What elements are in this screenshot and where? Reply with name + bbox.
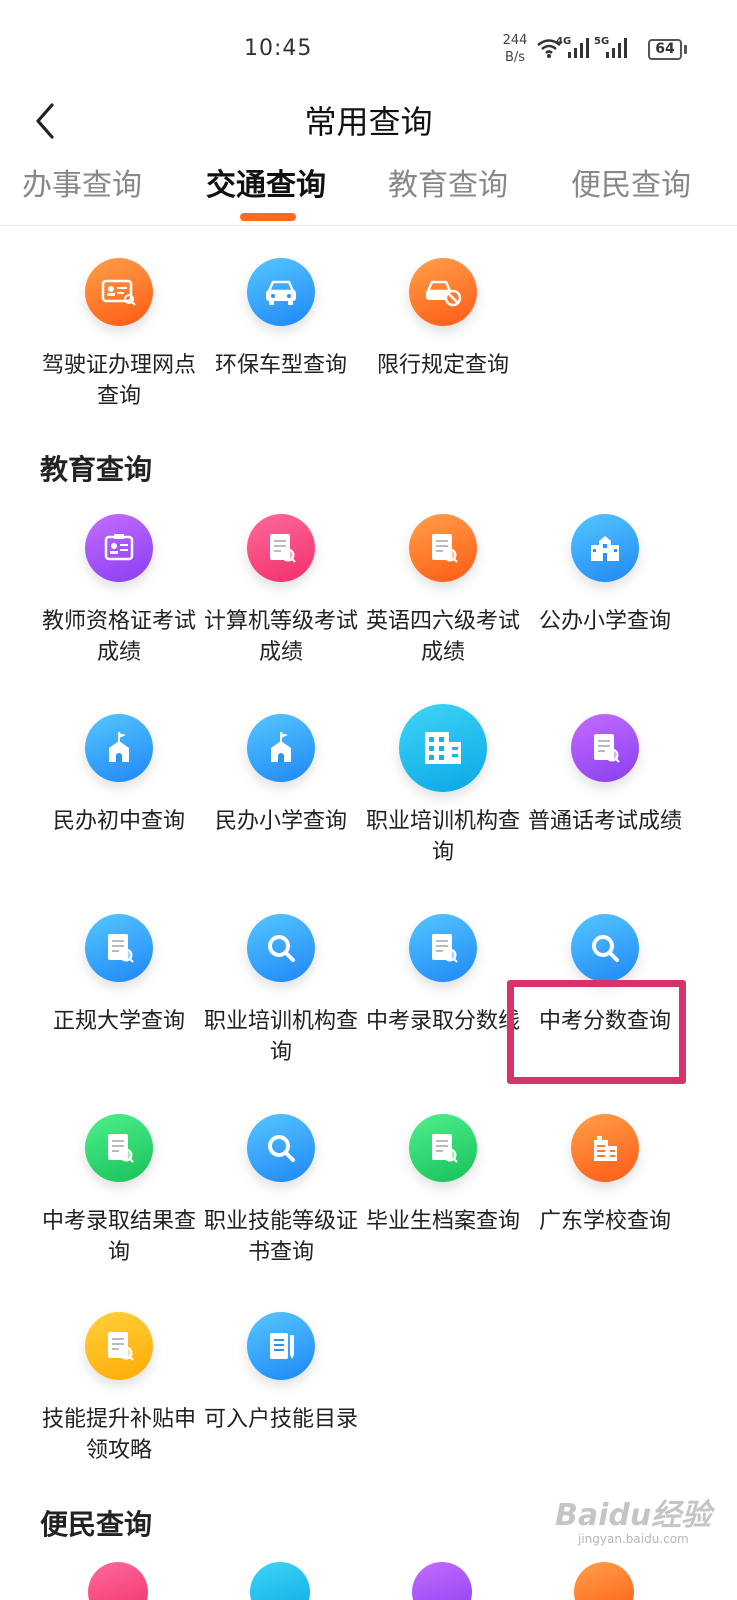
grid-item-13[interactable]: 中考录取结果查询 — [37, 1114, 201, 1268]
grid-item-15[interactable]: 毕业生档案查询 — [361, 1114, 525, 1237]
grid-item-3[interactable]: 英语四六级考试成绩 — [361, 514, 525, 668]
grid-item-label: 职业技能等级证书查询 — [203, 1209, 358, 1265]
network-speed-value: 244 — [502, 33, 528, 48]
section-title-education: 教育查询 — [40, 453, 153, 486]
notebook-pen-icon — [247, 1312, 315, 1380]
document-search-icon — [85, 914, 153, 982]
school-building-icon — [571, 514, 639, 582]
grid-item-1[interactable]: 教师资格证考试成绩 — [37, 514, 201, 668]
building-icon — [571, 1114, 639, 1182]
grid-item-label: 职业培训机构查询 — [365, 809, 520, 865]
grid-item-label: 英语四六级考试成绩 — [365, 609, 520, 665]
document-search-icon — [409, 914, 477, 982]
document-search-icon — [409, 514, 477, 582]
watermark-logo: Baidu经验 — [555, 1498, 712, 1533]
magnifier-icon — [571, 914, 639, 982]
grid-item-4[interactable]: 公办小学查询 — [523, 514, 687, 637]
grid-item-10[interactable]: 职业培训机构查询 — [199, 914, 363, 1068]
document-search-icon — [571, 714, 639, 782]
partial-icon — [250, 1562, 310, 1600]
highlight-annotation — [507, 980, 686, 1084]
grid-item-label: 可入户技能目录 — [203, 1407, 358, 1432]
section-title-convenience: 便民查询 — [40, 1508, 153, 1541]
battery-tip — [684, 45, 687, 54]
grid-item-label: 职业培训机构查询 — [203, 1009, 358, 1065]
grid-item-label: 驾驶证办理网点查询 — [41, 353, 196, 409]
grid-item-16[interactable]: 广东学校查询 — [523, 1114, 687, 1237]
school-flag-icon — [85, 714, 153, 782]
grid-item-17[interactable]: 技能提升补贴申领攻略 — [37, 1312, 201, 1466]
grid-item-traffic-restriction[interactable]: 限行规定查询 — [361, 258, 525, 381]
grid-item-label: 毕业生档案查询 — [365, 1209, 520, 1234]
office-building-icon — [399, 704, 487, 792]
grid-item-label: 民办初中查询 — [52, 809, 185, 834]
tab-traffic[interactable]: 交通查询 — [206, 160, 326, 204]
signal-icon — [606, 38, 627, 58]
tab-education[interactable]: 教育查询 — [388, 160, 508, 204]
tab-convenience[interactable]: 便民查询 — [571, 160, 691, 204]
tab-affairs[interactable]: 办事查询 — [22, 160, 142, 204]
grid-item-label: 计算机等级考试成绩 — [203, 609, 358, 665]
grid-item-2[interactable]: 计算机等级考试成绩 — [199, 514, 363, 668]
grid-item-label: 技能提升补贴申领攻略 — [41, 1407, 196, 1463]
watermark-url: jingyan.baidu.com — [578, 1532, 689, 1546]
grid-item-18[interactable]: 可入户技能目录 — [199, 1312, 363, 1435]
app-header: 常用查询 — [0, 95, 737, 163]
battery-indicator: 64 — [648, 39, 682, 60]
grid-item-8[interactable]: 普通话考试成绩 — [523, 714, 687, 837]
grid-item-label: 教师资格证考试成绩 — [41, 609, 196, 665]
grid-item-11[interactable]: 中考录取分数线 — [361, 914, 525, 1037]
active-tab-indicator — [240, 213, 296, 221]
partial-icon — [412, 1562, 472, 1600]
id-card-search-icon — [85, 258, 153, 326]
document-search-icon — [85, 1312, 153, 1380]
category-tabs: 办事查询 交通查询 教育查询 便民查询 — [0, 160, 737, 226]
grid-item-label: 中考录取结果查询 — [41, 1209, 196, 1265]
grid-item-driver-license-outlets[interactable]: 驾驶证办理网点查询 — [37, 258, 201, 412]
grid-item-label: 民办小学查询 — [214, 809, 347, 834]
magnifier-icon — [247, 914, 315, 982]
school-flag-icon — [247, 714, 315, 782]
grid-item-eco-car-model[interactable]: 环保车型查询 — [199, 258, 363, 381]
grid-item-7[interactable]: 职业培训机构查询 — [361, 704, 525, 868]
grid-item-label: 环保车型查询 — [214, 353, 347, 378]
grid-item-label: 公办小学查询 — [538, 609, 671, 634]
document-search-icon — [247, 514, 315, 582]
car-icon — [247, 258, 315, 326]
partial-icon — [574, 1562, 634, 1600]
badge-icon — [85, 514, 153, 582]
grid-item-label: 普通话考试成绩 — [527, 809, 682, 834]
status-time: 10:45 — [244, 36, 313, 61]
grid-item-9[interactable]: 正规大学查询 — [37, 914, 201, 1037]
page-title: 常用查询 — [304, 103, 433, 141]
grid-item-5[interactable]: 民办初中查询 — [37, 714, 201, 837]
network-speed-unit: B/s — [504, 50, 526, 65]
status-bar: 10:45 244 B/s 4G 5G 64 — [0, 0, 737, 98]
grid-item-label: 广东学校查询 — [538, 1209, 671, 1234]
grid-item-6[interactable]: 民办小学查询 — [199, 714, 363, 837]
magnifier-icon — [247, 1114, 315, 1182]
grid-item-label: 正规大学查询 — [52, 1009, 185, 1034]
car-forbidden-icon — [409, 258, 477, 326]
network-speed: 244 B/s — [500, 32, 530, 66]
partial-icon — [88, 1562, 148, 1600]
document-search-icon — [409, 1114, 477, 1182]
grid-item-label: 限行规定查询 — [376, 353, 509, 378]
signal-icon — [568, 38, 589, 58]
document-search-icon — [85, 1114, 153, 1182]
grid-item-14[interactable]: 职业技能等级证书查询 — [199, 1114, 363, 1268]
grid-item-label: 中考录取分数线 — [365, 1009, 520, 1034]
